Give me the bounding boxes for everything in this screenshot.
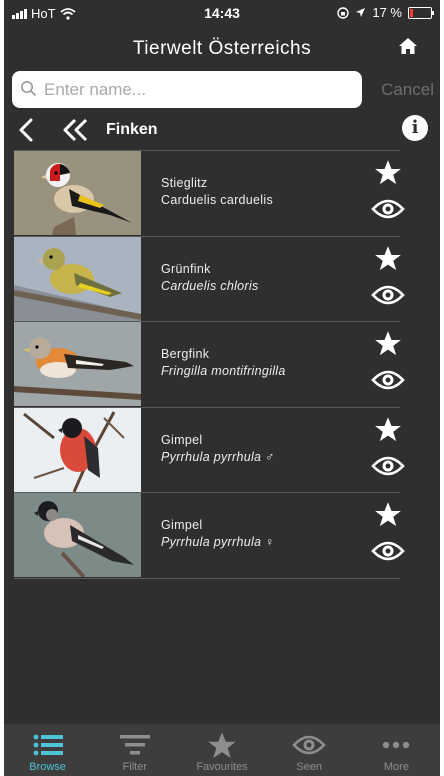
bird-photo (14, 407, 141, 492)
seen-eye-icon[interactable] (368, 454, 408, 483)
battery-level (410, 8, 413, 17)
battery-percent: 17 % (372, 5, 402, 20)
location-arrow-icon (356, 8, 366, 17)
favourite-star-icon[interactable] (368, 159, 408, 191)
latin-name: Carduelis chloris (161, 278, 259, 293)
chevron-left-icon[interactable] (16, 117, 36, 143)
seen-eye-icon[interactable] (368, 283, 408, 312)
bird-photo (14, 493, 141, 577)
search-input[interactable] (42, 75, 356, 105)
latin-name: Fringilla montifringilla (161, 364, 286, 378)
double-chevron-left-icon[interactable] (62, 117, 90, 143)
common-name: Gimpel (161, 518, 203, 532)
eye-icon (291, 729, 327, 761)
seen-eye-icon[interactable] (368, 539, 408, 568)
common-name: Stieglitz (161, 176, 208, 190)
species-list: Stieglitz Carduelis carduelis Grünfink C… (14, 150, 405, 579)
category-nav: Finken i (4, 114, 440, 146)
common-name: Gimpel (161, 432, 203, 447)
bird-names: Bergfink Fringilla montifringilla (161, 346, 286, 380)
battery-icon (408, 6, 434, 19)
filter-icon (119, 729, 150, 761)
tab-label: Browse (29, 761, 66, 773)
tab-label: Seen (296, 761, 323, 773)
list-item[interactable]: Gimpel Pyrrhula pyrrhula ♂ (14, 406, 405, 493)
bird-names: Grünfink Carduelis chloris (161, 261, 259, 295)
list-item[interactable]: Grünfink Carduelis chloris (14, 235, 405, 322)
bird-names: Gimpel Pyrrhula pyrrhula ♂ (161, 432, 275, 466)
more-dots-icon (382, 729, 410, 761)
status-bar: HoT 14:43 17 % (4, 0, 440, 26)
screen-lock-icon (337, 6, 350, 19)
tab-label: Favourites (196, 761, 248, 773)
tab-seen[interactable]: Seen (266, 724, 353, 776)
favourite-star-icon[interactable] (368, 416, 408, 448)
info-icon[interactable]: i (402, 115, 428, 141)
favourite-star-icon[interactable] (368, 245, 408, 277)
list-icon (33, 729, 63, 761)
seen-eye-icon[interactable] (368, 368, 408, 397)
latin-name: Pyrrhula pyrrhula ♀ (161, 535, 275, 549)
search-bar (12, 71, 362, 108)
latin-name: Pyrrhula pyrrhula ♂ (161, 449, 275, 464)
page-title: Tierwelt Österreichs (132, 38, 312, 59)
tab-label: Filter (122, 761, 148, 773)
tab-more[interactable]: More (353, 724, 440, 776)
bird-photo (14, 322, 141, 406)
common-name: Bergfink (161, 347, 210, 361)
bird-photo (14, 236, 141, 321)
list-item[interactable]: Bergfink Fringilla montifringilla (14, 321, 405, 407)
favourite-star-icon[interactable] (368, 330, 408, 362)
tab-bar: Browse Filter Favourites Seen More (4, 724, 440, 776)
list-item[interactable]: Gimpel Pyrrhula pyrrhula ♀ (14, 492, 405, 579)
tab-filter[interactable]: Filter (91, 724, 178, 776)
bird-names: Gimpel Pyrrhula pyrrhula ♀ (161, 517, 275, 551)
category-title: Finken (106, 121, 158, 138)
header: Tierwelt Österreichs (4, 34, 440, 64)
bird-names: Stieglitz Carduelis carduelis (161, 175, 273, 209)
list-item[interactable]: Stieglitz Carduelis carduelis (14, 150, 405, 236)
tab-label: More (383, 761, 409, 773)
latin-name: Carduelis carduelis (161, 193, 273, 207)
status-right-group: 17 % (337, 5, 434, 20)
cancel-button[interactable]: Cancel (381, 80, 434, 100)
home-icon[interactable] (398, 36, 418, 56)
tab-favourites[interactable]: Favourites (178, 724, 265, 776)
app-screen: HoT 14:43 17 % Tierwelt Österreichs Ente… (4, 0, 440, 776)
seen-eye-icon[interactable] (368, 197, 408, 226)
common-name: Grünfink (161, 261, 211, 276)
bird-photo (14, 151, 141, 235)
star-icon (207, 729, 237, 761)
tab-browse[interactable]: Browse (4, 724, 91, 776)
favourite-star-icon[interactable] (368, 501, 408, 533)
search-icon (21, 81, 37, 97)
